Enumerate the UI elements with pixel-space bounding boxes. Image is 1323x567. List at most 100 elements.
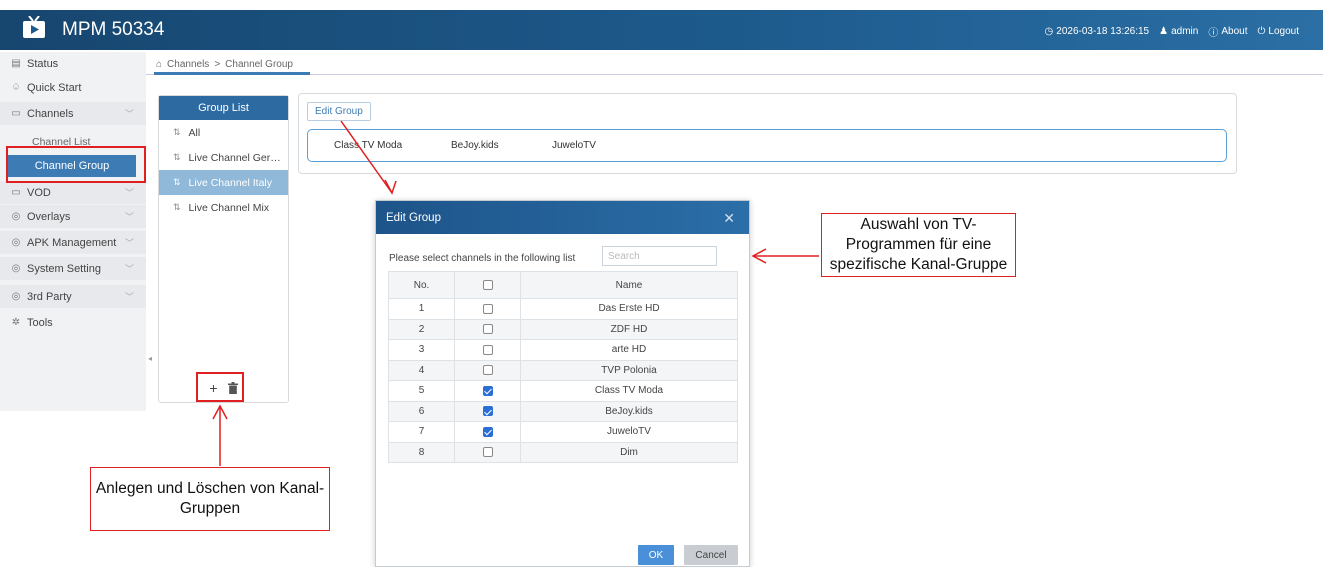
ok-button[interactable]: OK bbox=[638, 545, 674, 565]
row-no: 7 bbox=[388, 421, 455, 443]
sort-icon[interactable]: ⇅ bbox=[173, 127, 181, 138]
sort-icon[interactable]: ⇅ bbox=[173, 202, 181, 213]
clock-icon: ◷ bbox=[1044, 26, 1054, 37]
breadcrumb-channels[interactable]: Channels bbox=[167, 59, 209, 70]
chevron-down-icon: ﹀ bbox=[124, 264, 134, 274]
row-name: Das Erste HD bbox=[520, 298, 738, 320]
table-row: 5 Class TV Moda bbox=[388, 380, 738, 402]
sidebar-item-apk-management[interactable]: ◎ APK Management ﹀ bbox=[0, 231, 146, 254]
chevron-down-icon: ﹀ bbox=[124, 188, 134, 198]
plugin-icon: ◎ bbox=[11, 291, 21, 302]
selected-channel-chip: BeJoy.kids bbox=[451, 140, 499, 151]
sidebar-item-tools[interactable]: ✲ Tools bbox=[0, 311, 146, 334]
rocket-icon: ♤ bbox=[11, 82, 21, 93]
row-checkbox-checked[interactable] bbox=[454, 400, 521, 422]
breadcrumb-divider bbox=[146, 74, 1323, 75]
group-list-panel: Group List ⇅ All ⇅ Live Channel Ger… ⇅ Live… bbox=[158, 95, 289, 403]
breadcrumb: ⌂ Channels > Channel Group bbox=[156, 55, 293, 73]
sidebar-item-vod[interactable]: ▭ VOD ﹀ bbox=[0, 181, 146, 204]
channels-icon: ▭ bbox=[11, 108, 21, 119]
breadcrumb-active-indicator bbox=[154, 72, 310, 75]
sidebar-item-quick-start[interactable]: ♤ Quick Start bbox=[0, 76, 146, 99]
edit-group-button[interactable]: Edit Group bbox=[307, 102, 371, 121]
column-header-no: No. bbox=[388, 271, 455, 299]
column-header-name: Name bbox=[520, 271, 738, 299]
group-list-item[interactable]: ⇅ All bbox=[159, 120, 288, 145]
row-no: 4 bbox=[388, 359, 455, 381]
selected-channel-chip: Class TV Moda bbox=[334, 140, 403, 151]
sidebar: ▤ Status ♤ Quick Start ▭ Channels ﹀ Chan… bbox=[0, 52, 146, 411]
app-title: MPM 50334 bbox=[62, 19, 165, 40]
cancel-button[interactable]: Cancel bbox=[684, 545, 738, 565]
table-row: 4 TVP Polonia bbox=[388, 359, 738, 381]
sort-icon[interactable]: ⇅ bbox=[173, 177, 181, 188]
edit-group-dialog: Edit Group ✕ Please select channels in t… bbox=[375, 200, 750, 567]
sidebar-item-status[interactable]: ▤ Status bbox=[0, 52, 146, 75]
table-row: 2 ZDF HD bbox=[388, 318, 738, 340]
row-name: BeJoy.kids bbox=[520, 400, 738, 422]
power-icon: ⏻ bbox=[1257, 26, 1266, 37]
about-link[interactable]: ⓘ About bbox=[1208, 24, 1247, 39]
row-checkbox[interactable] bbox=[454, 298, 521, 320]
dialog-prompt: Please select channels in the following … bbox=[389, 253, 576, 264]
row-checkbox[interactable] bbox=[454, 359, 521, 381]
group-list-item-selected[interactable]: ⇅ Live Channel Italy bbox=[159, 170, 288, 195]
row-no: 2 bbox=[388, 318, 455, 340]
select-all-checkbox[interactable] bbox=[454, 271, 521, 299]
row-no: 8 bbox=[388, 441, 455, 463]
row-name: TVP Polonia bbox=[520, 359, 738, 381]
row-checkbox[interactable] bbox=[454, 318, 521, 340]
row-name: arte HD bbox=[520, 339, 738, 361]
sidebar-item-channels[interactable]: ▭ Channels ﹀ bbox=[0, 102, 146, 125]
chevron-down-icon: ﹀ bbox=[124, 212, 134, 222]
breadcrumb-current: Channel Group bbox=[225, 58, 293, 70]
table-header-row: No. Name bbox=[388, 271, 738, 299]
annotation-callout-bottom: Anlegen und Löschen von Kanal-Gruppen bbox=[90, 467, 330, 531]
table-row: 1 Das Erste HD bbox=[388, 298, 738, 320]
sidebar-item-overlays[interactable]: ◎ Overlays ﹀ bbox=[0, 205, 146, 228]
row-no: 5 bbox=[388, 380, 455, 402]
table-row: 3 arte HD bbox=[388, 339, 738, 361]
apk-icon: ◎ bbox=[11, 237, 21, 248]
row-name: ZDF HD bbox=[520, 318, 738, 340]
row-checkbox[interactable] bbox=[454, 441, 521, 463]
header-toolbar: ◷ 2026-03-18 13:26:15 ♟ admin ⓘ About ⏻ Logo… bbox=[1045, 24, 1299, 39]
sidebar-item-system-setting[interactable]: ◎ System Setting ﹀ bbox=[0, 257, 146, 280]
group-list-item[interactable]: ⇅ Live Channel Ger… bbox=[159, 145, 288, 170]
user-icon: ♟ bbox=[1159, 26, 1169, 37]
chevron-left-icon: ◂ bbox=[148, 354, 153, 363]
vod-icon: ▭ bbox=[11, 187, 21, 198]
chevron-down-icon: ﹀ bbox=[124, 109, 134, 119]
search-input[interactable] bbox=[602, 246, 717, 266]
app-root: MPM 50334 ◷ 2026-03-18 13:26:15 ♟ admin ⓘ A… bbox=[0, 0, 1323, 567]
table-row: 6 BeJoy.kids bbox=[388, 400, 738, 422]
sidebar-item-3rd-party[interactable]: ◎ 3rd Party ﹀ bbox=[0, 285, 146, 308]
row-no: 6 bbox=[388, 400, 455, 422]
highlight-group-actions bbox=[196, 372, 244, 402]
sidebar-collapse-handle[interactable]: ◂ bbox=[146, 330, 156, 390]
row-name: Class TV Moda bbox=[520, 380, 738, 402]
table-row: 8 Dim bbox=[388, 441, 738, 463]
info-icon: ⓘ bbox=[1208, 28, 1219, 39]
selected-channel-chip: JuweloTV bbox=[552, 140, 596, 151]
row-name: JuweloTV bbox=[520, 421, 738, 443]
gear-icon: ◎ bbox=[11, 263, 21, 274]
breadcrumb-separator: > bbox=[214, 58, 221, 70]
chevron-down-icon: ﹀ bbox=[124, 238, 134, 248]
chevron-down-icon: ﹀ bbox=[124, 292, 134, 302]
row-checkbox[interactable] bbox=[454, 339, 521, 361]
channel-table: No. Name 1 Das Erste HD 2 ZDF HD 3 arte … bbox=[388, 271, 738, 463]
logout-link[interactable]: ⏻ Logout bbox=[1257, 26, 1299, 37]
overlays-icon: ◎ bbox=[11, 211, 21, 222]
table-row: 7 JuweloTV bbox=[388, 421, 738, 443]
user-menu[interactable]: ♟ admin bbox=[1159, 26, 1198, 37]
close-icon[interactable]: ✕ bbox=[723, 210, 735, 227]
sort-icon[interactable]: ⇅ bbox=[173, 152, 181, 163]
group-list-item[interactable]: ⇅ Live Channel Mix bbox=[159, 195, 288, 220]
dialog-header: Edit Group ✕ bbox=[376, 201, 749, 234]
edit-group-panel: Edit Group Class TV Moda BeJoy.kids Juwe… bbox=[298, 93, 1237, 174]
row-checkbox-checked[interactable] bbox=[454, 421, 521, 443]
selected-channels-box: Class TV Moda BeJoy.kids JuweloTV bbox=[307, 129, 1227, 162]
row-checkbox-checked[interactable] bbox=[454, 380, 521, 402]
tv-logo-icon bbox=[23, 16, 45, 38]
